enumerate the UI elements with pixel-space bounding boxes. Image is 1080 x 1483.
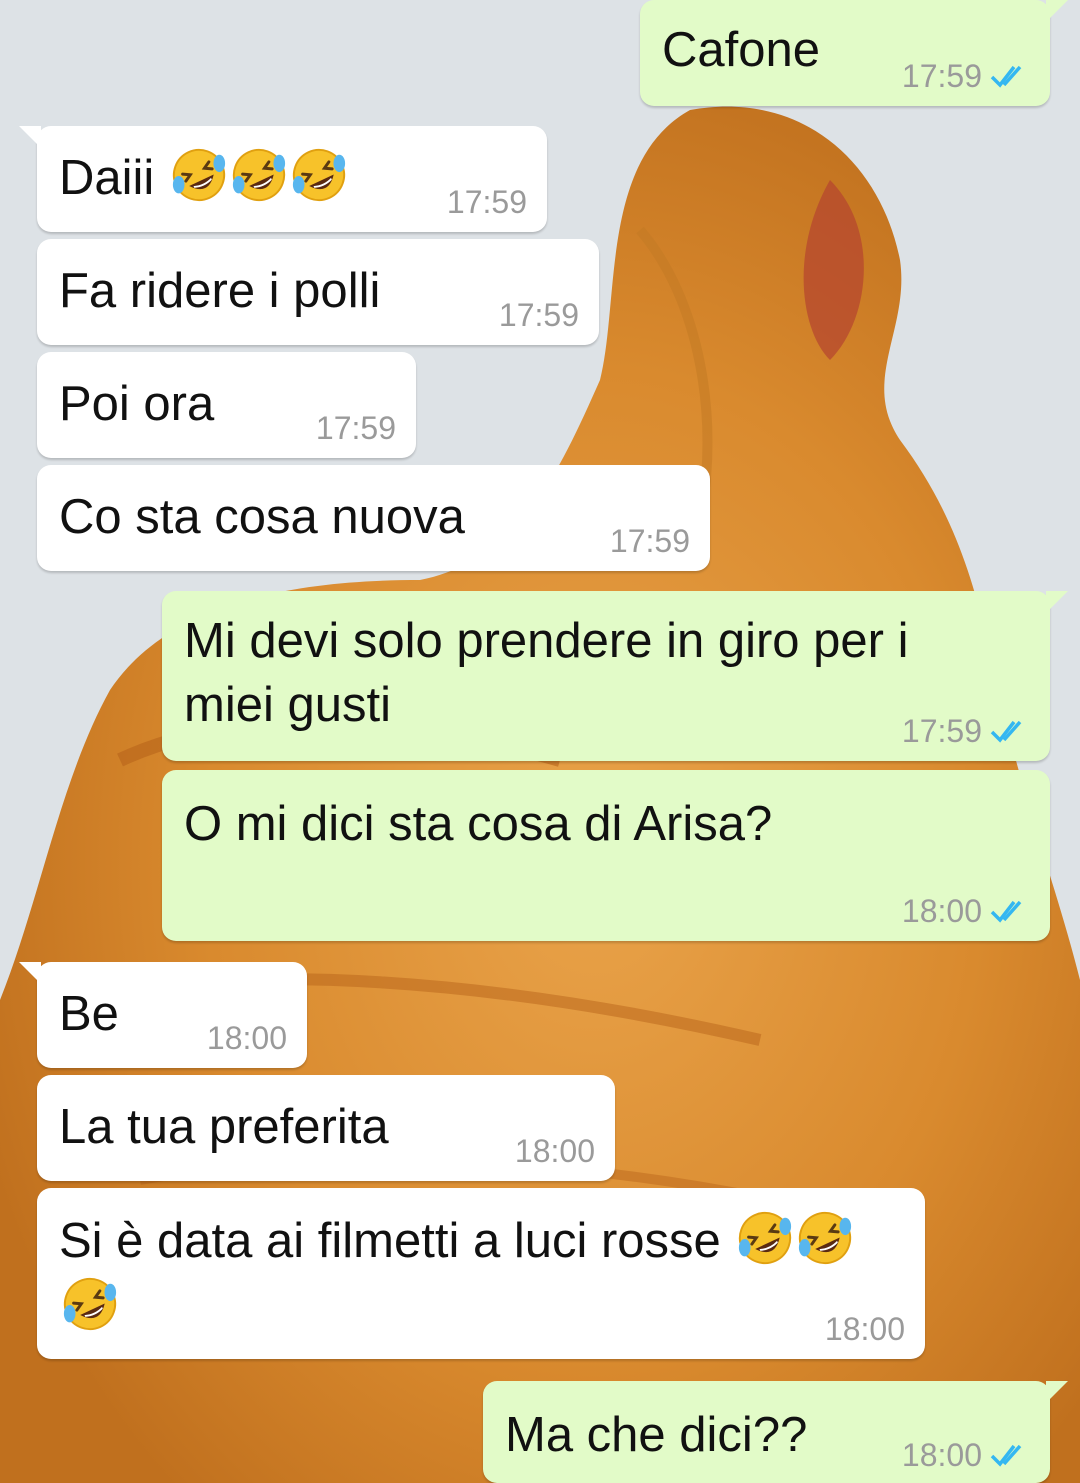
- message-time: 17:59: [901, 713, 982, 749]
- message-bubble-incoming[interactable]: Daiii 17:59: [19, 126, 547, 232]
- message-text: La tua preferita: [59, 1100, 389, 1154]
- rolling-on-floor-laughing-emoji: [232, 148, 286, 202]
- rolling-on-floor-laughing-emoji: [63, 1277, 117, 1331]
- message-text: Poi ora: [59, 377, 215, 431]
- rolling-on-floor-laughing-emoji: [799, 1211, 852, 1265]
- message-time: 17:59: [315, 410, 396, 446]
- message-bubble-incoming[interactable]: Poi ora 17:59: [37, 352, 416, 458]
- message-time: 18:00: [901, 1437, 982, 1473]
- message-time: 17:59: [446, 184, 527, 220]
- message-text: Ma che dici??: [505, 1408, 808, 1462]
- double-check-icon: [990, 900, 1022, 923]
- message-bubble-incoming[interactable]: La tua preferita 18:00: [37, 1075, 615, 1181]
- message-text: Co sta cosa nuova: [59, 490, 465, 544]
- double-check-icon: [990, 720, 1022, 743]
- message-time: 17:59: [609, 523, 690, 559]
- message-bubble-outgoing[interactable]: Mi devi solo prendere in giro per i miei…: [162, 591, 1068, 761]
- message-text: Si è data ai filmetti a luci rosse: [59, 1208, 885, 1340]
- message-time: 18:00: [824, 1311, 905, 1347]
- message-bubble-incoming[interactable]: Fa ridere i polli 17:59: [37, 239, 599, 345]
- message-bubble-incoming[interactable]: Be 18:00: [19, 962, 307, 1068]
- message-text: O mi dici sta cosa di Arisa?: [184, 797, 773, 851]
- double-check-icon: [990, 1444, 1022, 1467]
- message-time: 17:59: [498, 297, 579, 333]
- rolling-on-floor-laughing-emoji: [739, 1211, 792, 1265]
- message-bubble-outgoing[interactable]: Cafone 17:59: [640, 0, 1068, 106]
- message-text-content: Si è data ai filmetti a luci rosse: [59, 1214, 721, 1268]
- message-bubble-incoming[interactable]: Co sta cosa nuova 17:59: [37, 465, 710, 571]
- rolling-on-floor-laughing-emoji: [292, 148, 346, 202]
- message-meta: 18:00: [902, 891, 1030, 931]
- message-bubble-incoming[interactable]: Si è data ai filmetti a luci rosse 18:00: [37, 1188, 925, 1359]
- message-text: Fa ridere i polli: [59, 264, 381, 318]
- message-bubble-outgoing[interactable]: Ma che dici?? 18:00: [483, 1381, 1068, 1483]
- double-check-icon: [990, 65, 1022, 88]
- message-text: Be: [59, 987, 119, 1041]
- message-bubble-outgoing[interactable]: O mi dici sta cosa di Arisa? 18:00: [162, 770, 1050, 941]
- message-text-content: Daiii: [59, 151, 155, 205]
- rolling-on-floor-laughing-emoji: [172, 148, 226, 202]
- message-meta: 17:59: [902, 711, 1030, 751]
- message-text: Cafone: [662, 23, 821, 77]
- message-time: 18:00: [206, 1020, 287, 1056]
- message-text: Mi devi solo prendere in giro per i miei…: [184, 614, 909, 732]
- message-time: 18:00: [514, 1133, 595, 1169]
- message-time: 17:59: [901, 58, 982, 94]
- emoji-group: [168, 148, 348, 205]
- message-meta: 17:59: [902, 56, 1030, 96]
- message-meta: 18:00: [902, 1435, 1030, 1475]
- message-time: 18:00: [901, 893, 982, 929]
- message-text: Daiii: [59, 146, 348, 210]
